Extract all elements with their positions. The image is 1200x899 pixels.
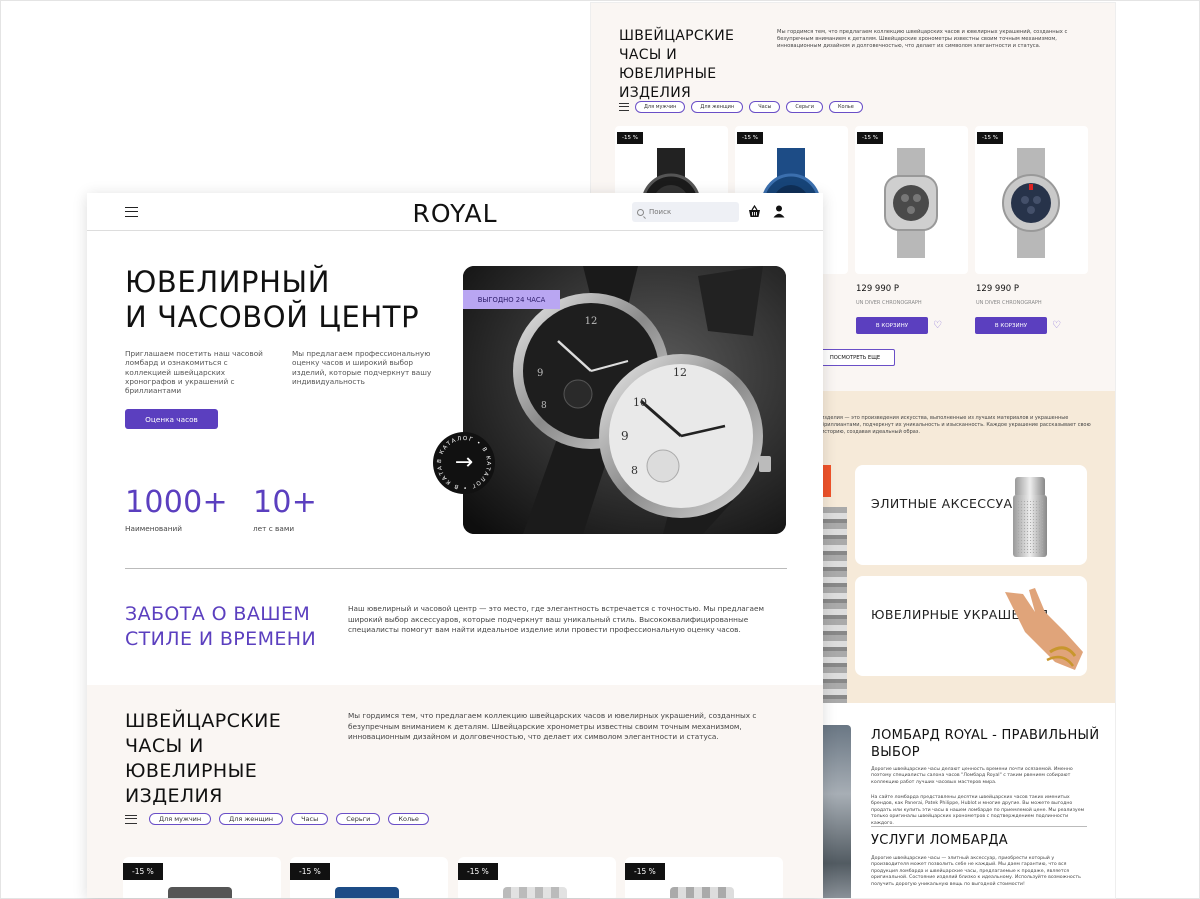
svg-text:8: 8: [631, 464, 638, 477]
product-card[interactable]: -15 %: [975, 126, 1088, 274]
product-name: UN DIVER CHRONOGRAPH: [856, 300, 922, 306]
hero-title: ЮВЕЛИРНЫЙ И ЧАСОВОЙ ЦЕНТР: [125, 265, 445, 335]
care-title: ЗАБОТА О ВАШЕМ СТИЛЕ И ВРЕМЕНИ: [125, 603, 317, 650]
basket-icon[interactable]: [748, 205, 761, 218]
svg-text:12: 12: [673, 366, 687, 379]
watch-image: [168, 887, 232, 898]
add-to-cart-button[interactable]: В КОРЗИНУ: [975, 317, 1047, 334]
back-section-description: Мы гордимся тем, что предлагаем коллекци…: [777, 29, 1068, 49]
product-card[interactable]: -15 %: [625, 857, 783, 898]
product-card[interactable]: -15 %: [123, 857, 281, 898]
user-icon[interactable]: [773, 205, 785, 218]
product-card[interactable]: -15 %: [290, 857, 448, 898]
site-header: ROYAL: [87, 193, 823, 231]
watch-evaluation-button[interactable]: Оценка часов: [125, 409, 218, 429]
search-input[interactable]: [649, 208, 729, 216]
product-price: 129 990 Р: [856, 284, 899, 294]
watch-image: [670, 887, 734, 898]
watch-image: [884, 148, 938, 258]
stat-value-years: 10+: [253, 485, 318, 520]
discount-badge: -15 %: [857, 132, 883, 144]
discount-badge: -15 %: [617, 132, 643, 144]
services-title: УСЛУГИ ЛОМБАРДА: [871, 833, 1008, 848]
swiss-title: ШВЕЙЦАРСКИЕ ЧАСЫ И ЮВЕЛИРНЫЕ ИЗДЕЛИЯ: [125, 710, 282, 807]
hero-title-line: ЮВЕЛИРНЫЙ: [125, 265, 331, 299]
pawnshop-paragraph: Дорогие швейцарские часы делают ценность…: [871, 767, 1073, 785]
section-divider: [125, 568, 787, 569]
product-name: UN DIVER CHRONOGRAPH: [976, 300, 1042, 306]
stat-label-years: лет с вами: [253, 524, 295, 533]
watch-image: [335, 887, 399, 898]
filter-chip-watches[interactable]: Часы: [291, 813, 329, 825]
lighter-image: [1013, 477, 1047, 557]
back-filter-bar: Для мужчин Для женщин Часы Серьги Колье: [619, 101, 863, 113]
search-icon: [637, 208, 644, 216]
filter-chip-earrings[interactable]: Серьги: [786, 101, 823, 113]
city-image: [819, 725, 851, 898]
heart-icon[interactable]: ♡: [1052, 320, 1061, 331]
add-to-cart-button[interactable]: В КОРЗИНУ: [856, 317, 928, 334]
product-price: 129 990 Р: [976, 284, 1019, 294]
stat-label-items: Наименований: [125, 524, 182, 533]
hero-intro-left: Приглашаем посетить наш часовой ломбард …: [125, 349, 263, 396]
filter-menu-icon[interactable]: [619, 103, 629, 111]
svg-text:9: 9: [537, 368, 543, 379]
svg-text:10: 10: [633, 396, 647, 409]
swiss-text: Мы гордимся тем, что предлагаем коллекци…: [348, 711, 757, 741]
stat-value-items: 1000+: [125, 485, 228, 520]
hand-image: [1005, 588, 1083, 670]
svg-text:12: 12: [585, 316, 598, 327]
swiss-watches-section: ШВЕЙЦАРСКИЕ ЧАСЫ И ЮВЕЛИРНЫЕ ИЗДЕЛИЯ Мы …: [87, 685, 823, 898]
filter-chip-necklaces[interactable]: Колье: [828, 101, 863, 113]
back-section-title: ШВЕЙЦАРСКИЕ ЧАСЫ И ЮВЕЛИРНЫЕ ИЗДЕЛИЯ: [619, 28, 735, 101]
discount-badge: -15 %: [123, 863, 163, 880]
discount-badge: -15 %: [625, 863, 665, 880]
filter-chip-men[interactable]: Для мужчин: [635, 101, 686, 113]
hero-title-line: И ЧАСОВОЙ ЦЕНТР: [125, 300, 420, 334]
search-box[interactable]: [632, 202, 739, 222]
product-card[interactable]: -15 %: [458, 857, 616, 898]
discount-badge: -15 %: [290, 863, 330, 880]
front-page: ROYAL ЮВЕЛИРНЫЙ И ЧАСОВОЙ ЦЕНТР Приглаша…: [87, 193, 823, 898]
heart-icon[interactable]: ♡: [933, 320, 942, 331]
svg-text:В КАТАЛОГ • В КАТАЛОГ • В КАТА: В КАТАЛОГ • В КАТАЛОГ • В КАТАЛОГ •: [433, 432, 491, 490]
filter-menu-icon[interactable]: [125, 814, 137, 824]
filter-chip-necklaces[interactable]: Колье: [388, 813, 429, 825]
discount-badge: -15 %: [458, 863, 498, 880]
pawnshop-title: ЛОМБАРД ROYAL - ПРАВИЛЬНЫЙ ВЫБОР: [871, 728, 1100, 760]
pawnshop-paragraph: На сайте ломбарда представлены десятки ш…: [871, 795, 1085, 826]
category-card-jewelry[interactable]: ЮВЕЛИРНЫЕ УКРАШЕНИЯ: [855, 576, 1087, 676]
services-paragraph: Дорогие швейцарские часы — элитный аксес…: [871, 856, 1081, 887]
care-text: Наш ювелирный и часовой центр — это мест…: [348, 604, 765, 634]
category-card-accessories[interactable]: ЭЛИТНЫЕ АКСЕССУАРЫ: [855, 465, 1087, 565]
mockup-canvas: ШВЕЙЦАРСКИЕ ЧАСЫ И ЮВЕЛИРНЫЕ ИЗДЕЛИЯ Мы …: [0, 0, 1200, 899]
catalog-ring-text: В КАТАЛОГ • В КАТАЛОГ • В КАТАЛОГ •: [433, 432, 491, 490]
filter-chip-women[interactable]: Для женщин: [219, 813, 284, 825]
filter-bar: Для мужчин Для женщин Часы Серьги Колье: [125, 813, 429, 825]
filter-chip-earrings[interactable]: Серьги: [336, 813, 381, 825]
bracelet-image: [821, 507, 847, 707]
categories-description: изделия — это произведения искусства, вы…: [821, 415, 1091, 435]
show-more-button[interactable]: ПОСМОТРЕТЬ ЕЩЕ: [815, 349, 895, 366]
filter-chip-watches[interactable]: Часы: [749, 101, 781, 113]
filter-chip-women[interactable]: Для женщин: [691, 101, 744, 113]
watch-image: [503, 887, 567, 898]
product-card[interactable]: -15 %: [855, 126, 968, 274]
watch-image: [1002, 148, 1060, 258]
svg-text:8: 8: [541, 401, 547, 411]
catalog-circle-button[interactable]: В КАТАЛОГ • В КАТАЛОГ • В КАТАЛОГ • →: [433, 432, 495, 494]
filter-chip-men[interactable]: Для мужчин: [149, 813, 212, 825]
discount-badge: -15 %: [977, 132, 1003, 144]
discount-badge: -15 %: [737, 132, 763, 144]
promo-badge: ВЫГОДНО 24 ЧАСА: [463, 290, 560, 309]
divider: [871, 826, 1087, 827]
hero-intro-right: Мы предлагаем профессиональную оценку ча…: [292, 349, 432, 386]
hero-image: 12 9 8 9 10 8 12 ВЫГОДНО 24 ЧАСА: [463, 266, 786, 534]
svg-text:9: 9: [621, 429, 629, 443]
